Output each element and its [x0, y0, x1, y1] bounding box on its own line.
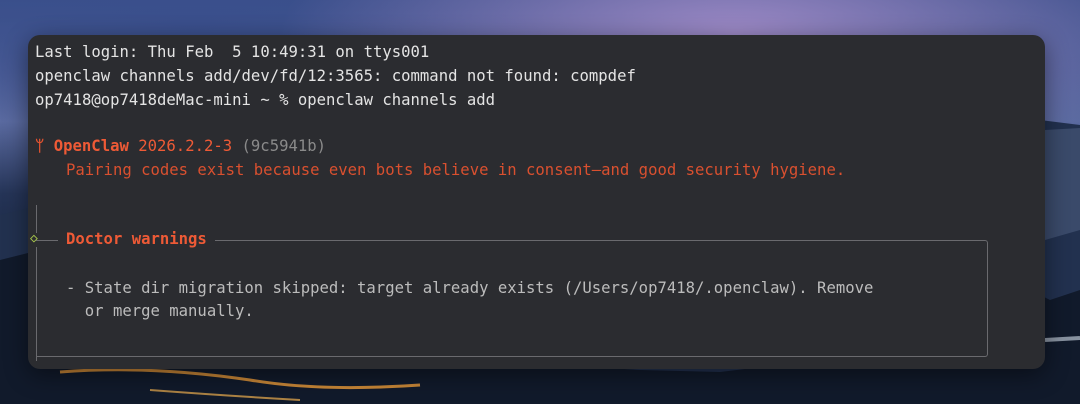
diamond-marker-icon: ◇	[30, 231, 38, 246]
prompt-command-line: op7418@op7418deMac-mini ~ % openclaw cha…	[35, 91, 496, 109]
brand-version: 2026.2.2-3	[138, 137, 233, 155]
brand-tagline: Pairing codes exist because even bots be…	[66, 161, 846, 179]
brand-name: OpenClaw	[53, 137, 129, 155]
claw-logo-icon: ᛘ	[35, 137, 45, 155]
doctor-warnings-title: Doctor warnings	[58, 229, 215, 249]
tree-rail	[36, 247, 37, 361]
doctor-warning-message: - State dir migration skipped: target al…	[66, 277, 873, 323]
warning-line: - State dir migration skipped: target al…	[66, 279, 874, 297]
compdef-error-line: openclaw channels add/dev/fd/12:3565: co…	[35, 67, 636, 85]
brand-header: ᛘ OpenClaw 2026.2.2-3 (9c5941b)	[35, 136, 326, 156]
warning-line: or merge manually.	[66, 302, 254, 320]
terminal-window[interactable]: Last login: Thu Feb 5 10:49:31 on ttys00…	[28, 35, 1045, 369]
tree-rail	[36, 205, 37, 233]
brand-hash: (9c5941b)	[241, 137, 327, 155]
desktop-wallpaper: Last login: Thu Feb 5 10:49:31 on ttys00…	[0, 0, 1080, 404]
last-login-line: Last login: Thu Feb 5 10:49:31 on ttys00…	[35, 43, 430, 61]
